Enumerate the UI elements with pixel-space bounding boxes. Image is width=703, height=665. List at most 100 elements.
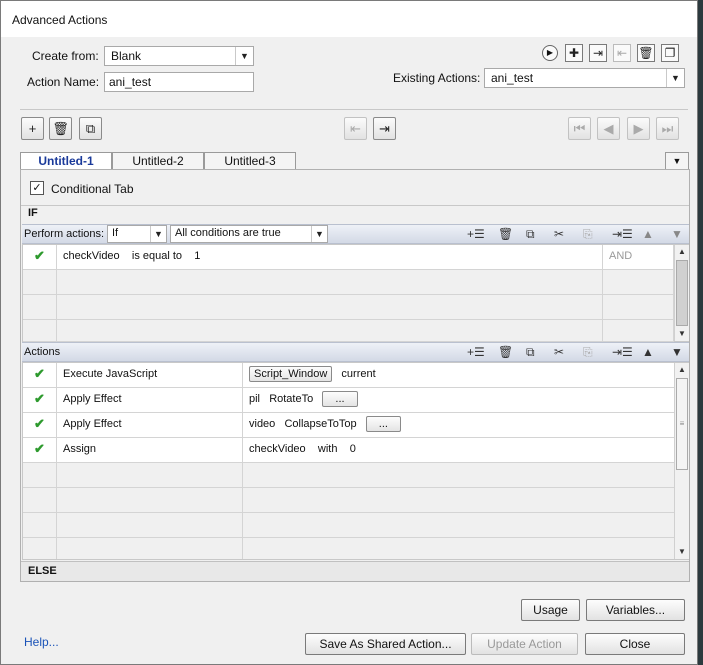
- next-tab-icon: ▶: [627, 117, 650, 140]
- table-row[interactable]: ✔ Apply Effect video CollapseToTop ...: [23, 413, 674, 438]
- table-row[interactable]: ✔ Assign checkVideo with 0: [23, 438, 674, 463]
- else-section[interactable]: ELSE: [21, 561, 689, 581]
- add-tab-icon[interactable]: +: [21, 117, 44, 140]
- condition-value: 1: [194, 250, 201, 262]
- move-down-icon[interactable]: ▼: [671, 227, 683, 241]
- action-params-cell[interactable]: Script_Window current: [243, 363, 674, 387]
- effect-options-button[interactable]: ...: [322, 391, 358, 407]
- empty-cell: [57, 538, 243, 559]
- action-cell[interactable]: Execute JavaScript: [57, 363, 243, 387]
- empty-cell: [57, 513, 243, 537]
- table-row[interactable]: [23, 295, 674, 320]
- create-from-value: Blank: [111, 49, 142, 63]
- usage-button[interactable]: Usage: [521, 599, 580, 621]
- tab-untitled-2[interactable]: Untitled-2: [112, 152, 204, 170]
- insert-row-icon[interactable]: +☰: [467, 227, 485, 241]
- copy-tab-icon[interactable]: ⧉: [79, 117, 102, 140]
- add-action-icon[interactable]: ✚: [565, 44, 583, 62]
- action-params-cell[interactable]: video CollapseToTop ...: [243, 413, 674, 437]
- move-right-icon[interactable]: ⇥: [373, 117, 396, 140]
- scroll-up-icon[interactable]: ▲: [675, 245, 689, 259]
- save-as-shared-action-button[interactable]: Save As Shared Action...: [305, 633, 466, 655]
- perform-actions-label: Perform actions:: [24, 228, 105, 240]
- condition-operator: is equal to: [131, 250, 183, 262]
- table-row[interactable]: [23, 538, 674, 559]
- action-name-label: Action Name:: [27, 75, 100, 89]
- conditional-panel: ✓ Conditional Tab IF Perform actions: If…: [20, 169, 690, 582]
- update-action-button: Update Action: [471, 633, 578, 655]
- table-row[interactable]: [23, 270, 674, 295]
- copy-row-icon[interactable]: ⧉: [526, 227, 535, 242]
- table-row[interactable]: [23, 463, 674, 488]
- chevron-down-icon: ▼: [311, 226, 327, 242]
- table-row[interactable]: ✔ Execute JavaScript Script_Window curre…: [23, 363, 674, 388]
- delete-row-icon[interactable]: 🗑: [498, 345, 513, 359]
- scroll-up-icon[interactable]: ▲: [675, 363, 689, 377]
- chevron-down-icon: ▼: [235, 47, 253, 65]
- delete-row-icon[interactable]: 🗑: [498, 227, 513, 241]
- cut-row-icon[interactable]: ✂: [554, 227, 564, 241]
- move-down-icon[interactable]: ▼: [671, 345, 683, 359]
- help-link[interactable]: Help...: [24, 635, 59, 649]
- action-cell[interactable]: Apply Effect: [57, 388, 243, 412]
- existing-actions-dropdown[interactable]: ani_test ▼: [484, 68, 685, 88]
- conditions-scrollbar[interactable]: ▲ ▼: [674, 245, 689, 341]
- variables-button[interactable]: Variables...: [586, 599, 685, 621]
- condition-cell[interactable]: checkVideo is equal to 1: [57, 245, 603, 269]
- close-button[interactable]: Close: [585, 633, 685, 655]
- actions-scrollbar[interactable]: ▲ ≡ ▼: [674, 363, 689, 559]
- action-target: current: [341, 368, 376, 380]
- conditional-tab-checkbox[interactable]: ✓: [30, 181, 44, 195]
- indent-row-icon[interactable]: ⇥☰: [612, 345, 633, 359]
- duplicate-action-icon[interactable]: ❐: [661, 44, 679, 62]
- divider: [20, 109, 688, 110]
- tab-list-dropdown[interactable]: ▼: [665, 152, 689, 170]
- table-row[interactable]: [23, 320, 674, 342]
- conditions-dropdown[interactable]: All conditions are true ▼: [170, 225, 328, 243]
- empty-cell: [23, 463, 57, 487]
- scroll-down-icon[interactable]: ▼: [675, 545, 689, 559]
- empty-cell: [23, 513, 57, 537]
- if-type-dropdown[interactable]: If ▼: [107, 225, 167, 243]
- chevron-down-icon: ▼: [666, 69, 684, 87]
- delete-tab-icon[interactable]: 🗑: [49, 117, 72, 140]
- action-params-cell[interactable]: pil RotateTo ...: [243, 388, 674, 412]
- condition-variable: checkVideo: [63, 250, 120, 262]
- action-with-label: with: [317, 443, 338, 455]
- logic-cell[interactable]: AND: [603, 245, 674, 269]
- preview-play-icon[interactable]: ▶: [542, 45, 558, 61]
- copy-row-icon[interactable]: ⧉: [526, 345, 535, 360]
- action-target: video: [249, 418, 276, 430]
- scroll-thumb[interactable]: [676, 260, 688, 326]
- effect-options-button[interactable]: ...: [365, 416, 401, 432]
- delete-action-icon[interactable]: 🗑: [637, 44, 655, 62]
- import-action-icon[interactable]: ⇥: [589, 44, 607, 62]
- table-row[interactable]: ✔ Apply Effect pil RotateTo ...: [23, 388, 674, 413]
- indent-row-icon[interactable]: ⇥☰: [612, 227, 633, 241]
- table-row[interactable]: [23, 488, 674, 513]
- action-cell[interactable]: Assign: [57, 438, 243, 462]
- script-window-button[interactable]: Script_Window: [249, 366, 333, 382]
- tab-untitled-1[interactable]: Untitled-1: [20, 152, 112, 170]
- create-from-dropdown[interactable]: Blank ▼: [104, 46, 254, 66]
- action-name-input[interactable]: ani_test: [104, 72, 254, 92]
- insert-row-icon[interactable]: +☰: [467, 345, 485, 359]
- move-up-icon[interactable]: ▲: [642, 345, 654, 359]
- empty-cell: [23, 538, 57, 559]
- first-tab-icon: ⏮: [568, 117, 591, 140]
- paste-row-icon: ⎘: [583, 345, 593, 359]
- cut-row-icon[interactable]: ✂: [554, 345, 564, 359]
- move-up-icon[interactable]: ▲: [642, 227, 654, 241]
- empty-cell: [57, 320, 603, 341]
- action-cell[interactable]: Apply Effect: [57, 413, 243, 437]
- tab-untitled-3[interactable]: Untitled-3: [204, 152, 296, 170]
- scroll-down-icon[interactable]: ▼: [675, 327, 689, 341]
- move-left-icon: ⇤: [344, 117, 367, 140]
- last-tab-icon: ⏭: [656, 117, 679, 140]
- empty-cell: [57, 463, 243, 487]
- table-row[interactable]: ✔ checkVideo is equal to 1 AND: [23, 245, 674, 270]
- check-icon: ✔: [23, 245, 57, 269]
- scroll-thumb[interactable]: ≡: [676, 378, 688, 470]
- table-row[interactable]: [23, 513, 674, 538]
- action-params-cell[interactable]: checkVideo with 0: [243, 438, 674, 462]
